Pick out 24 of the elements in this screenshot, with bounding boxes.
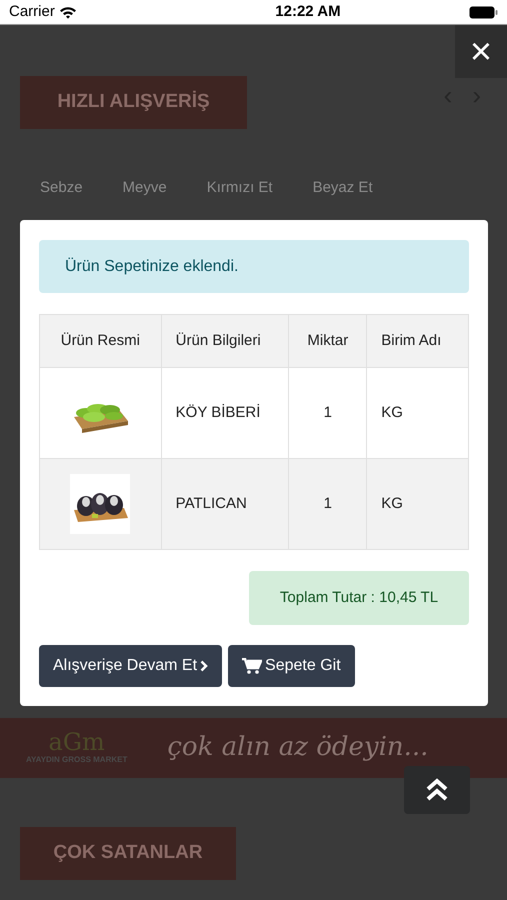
go-to-cart-button[interactable]: Sepete Git (228, 645, 355, 687)
cart-icon (242, 658, 262, 674)
double-chevron-up-icon (426, 778, 448, 802)
success-alert: Ürün Sepetinize eklendi. (39, 240, 469, 293)
category-tab[interactable]: Kırmızı Et (206, 177, 273, 200)
wifi-icon (58, 6, 77, 18)
category-tab[interactable]: Meyve (122, 177, 167, 200)
column-header: Ürün Resmi (40, 314, 162, 368)
scroll-top-button[interactable] (404, 766, 470, 814)
continue-shopping-button[interactable]: Alışverişe Devam Et (39, 645, 222, 687)
section-title: HIZLI ALIŞVERİŞ (20, 76, 247, 129)
table-cell: 1 (288, 458, 367, 550)
section-title: ÇOK SATANLAR (20, 826, 236, 880)
chevron-right-icon (200, 660, 208, 672)
table-cell: KG (366, 458, 468, 550)
category-tab[interactable]: Sebze (40, 177, 83, 200)
clock: 12:22 AM (275, 2, 341, 22)
total-amount: Toplam Tutar : 10,45 TL (249, 571, 469, 625)
slogan: çok alın az ödeyin... (167, 731, 428, 764)
carrier-label: Carrier (9, 2, 55, 22)
category-tab[interactable]: Beyaz Et (312, 177, 373, 200)
table-cell: PATLICAN (161, 458, 289, 550)
close-button[interactable]: × (455, 25, 507, 78)
battery-icon (469, 6, 498, 18)
